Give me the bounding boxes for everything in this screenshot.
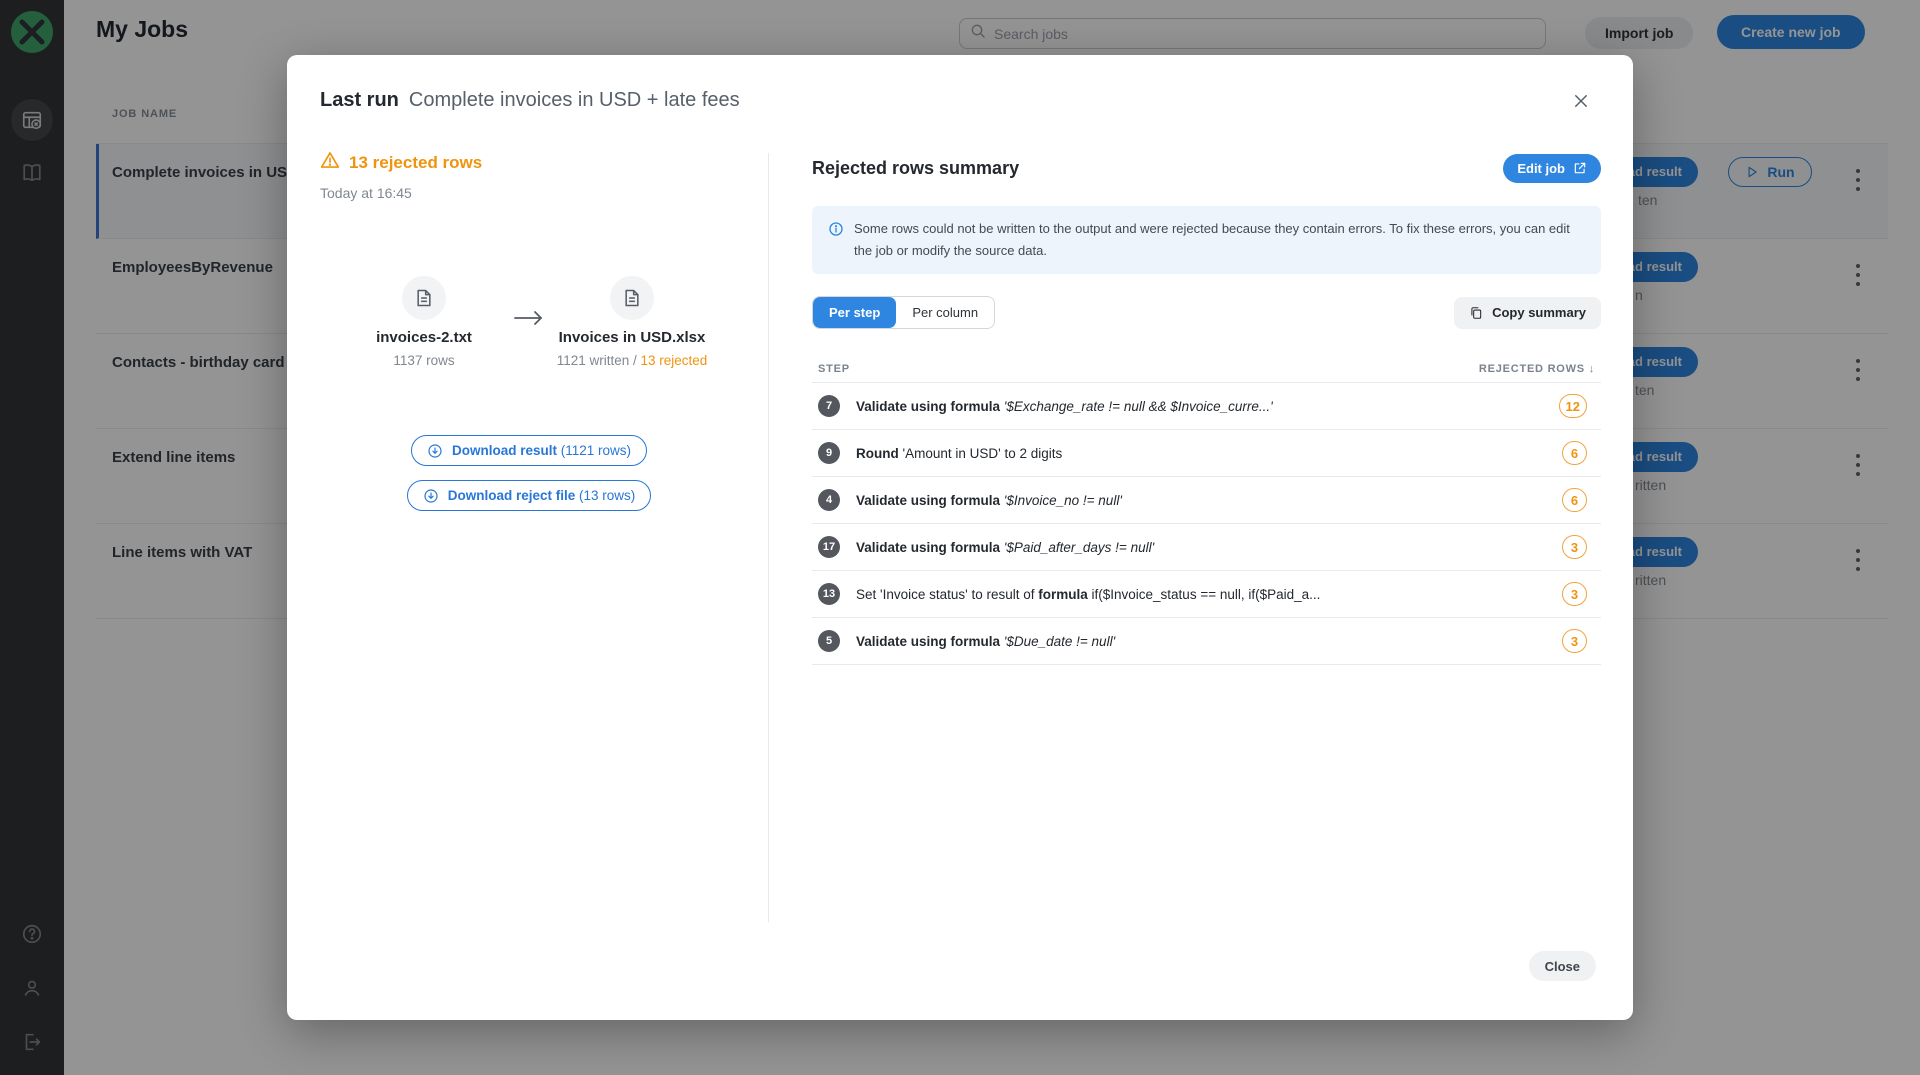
external-link-icon — [1573, 161, 1587, 175]
rejected-rows-panel: Rejected rows summary Edit job Some rows… — [812, 152, 1601, 665]
info-icon — [828, 221, 844, 262]
run-timestamp: Today at 16:45 — [320, 185, 768, 201]
step-row: 5 Validate using formula '$Due_date != nu… — [812, 618, 1601, 665]
file-icon — [610, 276, 654, 320]
step-description-link[interactable]: Validate using formula '$Paid_after_days… — [856, 540, 1562, 555]
tab-per-step[interactable]: Per step — [813, 297, 896, 328]
warning-icon — [320, 150, 340, 175]
rejected-rows-headline: 13 rejected rows — [320, 150, 768, 175]
view-mode-tabs: Per stepPer column — [812, 296, 995, 329]
step-description-link[interactable]: Validate using formula '$Due_date != nul… — [856, 634, 1562, 649]
rejected-steps-table: STEP REJECTED ROWS ↓ 7 Validate using for… — [812, 355, 1601, 665]
close-icon[interactable] — [1569, 89, 1593, 113]
source-file: invoices-2.txt 1137 rows — [314, 276, 534, 368]
step-description-link[interactable]: Validate using formula '$Exchange_rate !… — [856, 399, 1559, 414]
step-column-header: STEP — [818, 363, 850, 375]
rejected-count-badge: 6 — [1562, 488, 1587, 512]
target-file-meta: 1121 written / 13 rejected — [522, 353, 742, 368]
info-banner: Some rows could not be written to the ou… — [812, 206, 1601, 274]
download-icon — [423, 488, 439, 504]
step-description-link[interactable]: Set 'Invoice status' to result of formul… — [856, 587, 1562, 602]
step-description-link[interactable]: Validate using formula '$Invoice_no != n… — [856, 493, 1562, 508]
info-banner-text: Some rows could not be written to the ou… — [854, 218, 1585, 262]
source-file-name: invoices-2.txt — [314, 329, 534, 346]
modal-title: Last run Complete invoices in USD + late … — [320, 89, 740, 112]
target-file: Invoices in USD.xlsx 1121 written / 13 r… — [522, 276, 742, 368]
step-row: 7 Validate using formula '$Exchange_rate … — [812, 383, 1601, 430]
step-description-link[interactable]: Round 'Amount in USD' to 2 digits — [856, 446, 1562, 461]
rejected-count-badge: 12 — [1559, 394, 1587, 418]
step-row: 9 Round 'Amount in USD' to 2 digits6 — [812, 430, 1601, 477]
step-number-badge: 13 — [818, 583, 840, 605]
rejected-count-text: 13 rejected — [641, 353, 708, 368]
modal-title-job-name: Complete invoices in USD + late fees — [409, 89, 740, 111]
rejected-rows-summary-heading: Rejected rows summary — [812, 158, 1019, 179]
edit-job-button[interactable]: Edit job — [1503, 154, 1601, 183]
source-file-meta: 1137 rows — [314, 353, 534, 368]
close-button[interactable]: Close — [1529, 951, 1596, 981]
copy-summary-button[interactable]: Copy summary — [1454, 297, 1601, 329]
panel-divider — [768, 153, 769, 922]
step-row: 4 Validate using formula '$Invoice_no != … — [812, 477, 1601, 524]
modal-title-label: Last run — [320, 89, 399, 111]
file-icon — [402, 276, 446, 320]
rejected-count-badge: 3 — [1562, 535, 1587, 559]
step-number-badge: 7 — [818, 395, 840, 417]
download-reject-file-button[interactable]: Download reject file (13 rows) — [407, 480, 652, 511]
rejected-count-badge: 3 — [1562, 629, 1587, 653]
step-row: 13 Set 'Invoice status' to result of form… — [812, 571, 1601, 618]
download-result-button[interactable]: Download result (1121 rows) — [411, 435, 647, 466]
tab-per-column[interactable]: Per column — [896, 297, 994, 328]
run-summary-panel: 13 rejected rows Today at 16:45 invoices… — [320, 150, 768, 201]
rejected-rows-column-header[interactable]: REJECTED ROWS ↓ — [1479, 363, 1595, 375]
rejected-count-badge: 6 — [1562, 441, 1587, 465]
step-number-badge: 4 — [818, 489, 840, 511]
target-file-name: Invoices in USD.xlsx — [522, 329, 742, 346]
step-number-badge: 9 — [818, 442, 840, 464]
rejected-count-badge: 3 — [1562, 582, 1587, 606]
last-run-modal: Last run Complete invoices in USD + late … — [287, 55, 1633, 1020]
step-row: 17 Validate using formula '$Paid_after_da… — [812, 524, 1601, 571]
step-number-badge: 17 — [818, 536, 840, 558]
step-number-badge: 5 — [818, 630, 840, 652]
sort-desc-icon: ↓ — [1589, 363, 1595, 375]
copy-icon — [1469, 306, 1483, 320]
download-icon — [427, 443, 443, 459]
download-buttons: Download result (1121 rows) Download rej… — [320, 435, 738, 511]
